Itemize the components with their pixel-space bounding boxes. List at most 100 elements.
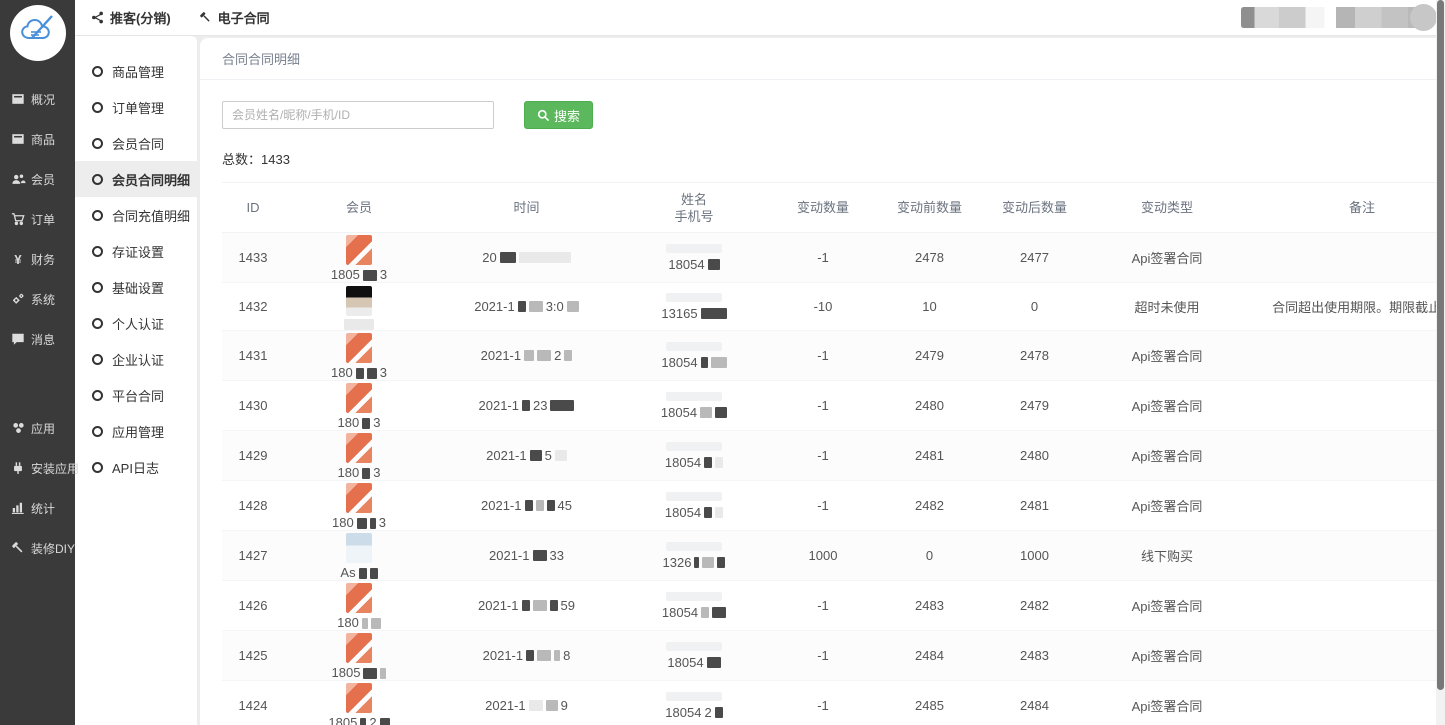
- redaction-block: [701, 357, 708, 368]
- cell-after-qty: 2477: [982, 233, 1087, 283]
- sidebar-item-label: 概况: [31, 91, 55, 108]
- cell-change-type: Api签署合同: [1087, 331, 1247, 381]
- sidebar-item-统计[interactable]: 统计: [0, 488, 75, 528]
- topbar-tab-推客(分销)[interactable]: 推客(分销): [91, 8, 171, 27]
- menu-item-应用管理[interactable]: 应用管理: [75, 413, 197, 449]
- cell-name-phone: 18054: [619, 481, 769, 531]
- redacted-name: [666, 244, 722, 253]
- sidebar-item-商品[interactable]: 商品: [0, 119, 75, 159]
- redaction-block: [555, 450, 567, 461]
- menu-item-label: 订单管理: [112, 98, 164, 117]
- cell-member: 1803: [284, 481, 434, 531]
- topbar-tab-电子合同[interactable]: 电子合同: [199, 8, 270, 27]
- sidebar-item-订单[interactable]: 订单: [0, 199, 75, 239]
- cell-member: 18052: [284, 681, 434, 725]
- redaction-block: [518, 301, 526, 312]
- redaction-block: [370, 568, 378, 579]
- column-header: 变动类型: [1087, 183, 1247, 233]
- menu-item-会员合同明细[interactable]: 会员合同明细: [75, 161, 197, 197]
- cell-id: 1433: [222, 233, 284, 283]
- sidebar-item-消息[interactable]: 消息: [0, 319, 75, 359]
- menu-item-会员合同[interactable]: 会员合同: [75, 125, 197, 161]
- sidebar-item-财务[interactable]: ¥财务: [0, 239, 75, 279]
- menu-item-平台合同[interactable]: 平台合同: [75, 377, 197, 413]
- sidebar-item-会员[interactable]: 会员: [0, 159, 75, 199]
- search-input[interactable]: [222, 101, 494, 129]
- text-fragment: 18054: [667, 656, 703, 670]
- redaction-block: [707, 657, 721, 668]
- redaction-block: [533, 600, 547, 611]
- menu-item-label: 商品管理: [112, 62, 164, 81]
- table-row: 1424180522021-19180542-124852484Api签署合同: [222, 681, 1445, 725]
- text-fragment: 9: [561, 699, 568, 713]
- redaction-block: [363, 270, 377, 281]
- scrollbar-track[interactable]: [1436, 0, 1445, 725]
- menu-item-订单管理[interactable]: 订单管理: [75, 89, 197, 125]
- redaction-block: [519, 252, 571, 263]
- redacted-name: [666, 642, 722, 651]
- redacted-user-info[interactable]: [1241, 7, 1431, 28]
- redaction-block: [530, 450, 542, 461]
- cell-remark: 合同超出使用期限。期限截止...: [1247, 283, 1445, 331]
- menu-item-存证设置[interactable]: 存证设置: [75, 233, 197, 269]
- cell-id: 1426: [222, 581, 284, 631]
- sidebar-item-label: 装修DIY: [31, 540, 75, 557]
- redaction-block: [704, 457, 712, 468]
- right-column: 推客(分销) 电子合同 商品管理订单管理会员合同会员合同明细合同充值明细存证设置基…: [75, 0, 1445, 725]
- text-fragment: 2021-1: [489, 549, 529, 563]
- redaction-block: [715, 507, 723, 518]
- cell-change-type: 线下购买: [1087, 531, 1247, 581]
- install-icon: [10, 460, 26, 476]
- text-fragment: 3: [373, 466, 380, 480]
- text-fragment: 2021-1: [485, 699, 525, 713]
- search-row: 搜索: [222, 101, 1423, 129]
- primary-sidebar-nav: 概况商品会员订单¥财务系统消息应用安装应用统计装修DIY: [0, 79, 75, 568]
- sidebar-item-概况[interactable]: 概况: [0, 79, 75, 119]
- sidebar-item-安装应用[interactable]: 安装应用: [0, 448, 75, 488]
- column-header: 备注: [1247, 183, 1445, 233]
- cell-member: 1803: [284, 331, 434, 381]
- search-button[interactable]: 搜索: [524, 101, 593, 129]
- sidebar-item-应用[interactable]: 应用: [0, 408, 75, 448]
- primary-sidebar: 概况商品会员订单¥财务系统消息应用安装应用统计装修DIY: [0, 0, 75, 725]
- cell-time: 2021-1 9: [434, 681, 619, 725]
- table-row: 142818032021-14518054-124822481Api签署合同: [222, 481, 1445, 531]
- sidebar-item-装修DIY[interactable]: 装修DIY: [0, 528, 75, 568]
- sidebar-item-系统[interactable]: 系统: [0, 279, 75, 319]
- text-fragment: 2: [369, 716, 376, 725]
- logo[interactable]: [0, 0, 75, 66]
- cell-member: 180: [284, 581, 434, 631]
- menu-item-基础设置[interactable]: 基础设置: [75, 269, 197, 305]
- menu-item-label: 基础设置: [112, 278, 164, 297]
- gears-icon: [10, 291, 26, 307]
- cell-time: 2021-133: [434, 531, 619, 581]
- cell-name-phone: 180542: [619, 681, 769, 725]
- app-root: 概况商品会员订单¥财务系统消息应用安装应用统计装修DIY 推客(分销) 电子合同 …: [0, 0, 1445, 725]
- redaction-block: [537, 650, 551, 661]
- menu-item-商品管理[interactable]: 商品管理: [75, 53, 197, 89]
- cell-name-phone: 18054: [619, 381, 769, 431]
- redaction-block: [371, 618, 381, 629]
- sidebar-item-label: 应用: [31, 420, 55, 437]
- menu-item-label: 应用管理: [112, 422, 164, 441]
- members-icon: [10, 171, 26, 187]
- share-icon: [91, 11, 105, 25]
- table-row: 1433180532018054-124782477Api签署合同: [222, 233, 1445, 283]
- menu-item-API日志[interactable]: API日志: [75, 449, 197, 485]
- text-fragment: 18054: [665, 506, 701, 520]
- cell-change-type: Api签署合同: [1087, 631, 1247, 681]
- cell-time: 2021-12: [434, 331, 619, 381]
- sidebar-item-label: 统计: [31, 500, 55, 517]
- text-fragment: 3: [379, 516, 386, 530]
- cell-before-qty: 10: [877, 283, 982, 331]
- column-header: 时间: [434, 183, 619, 233]
- menu-item-企业认证[interactable]: 企业认证: [75, 341, 197, 377]
- menu-item-label: 个人认证: [112, 314, 164, 333]
- cell-change-type: Api签署合同: [1087, 431, 1247, 481]
- text-fragment: 18054: [665, 456, 701, 470]
- cell-member: 1803: [284, 381, 434, 431]
- menu-item-个人认证[interactable]: 个人认证: [75, 305, 197, 341]
- text-fragment: 1805: [332, 666, 361, 680]
- scrollbar-thumb[interactable]: [1437, 0, 1444, 690]
- menu-item-合同充值明细[interactable]: 合同充值明细: [75, 197, 197, 233]
